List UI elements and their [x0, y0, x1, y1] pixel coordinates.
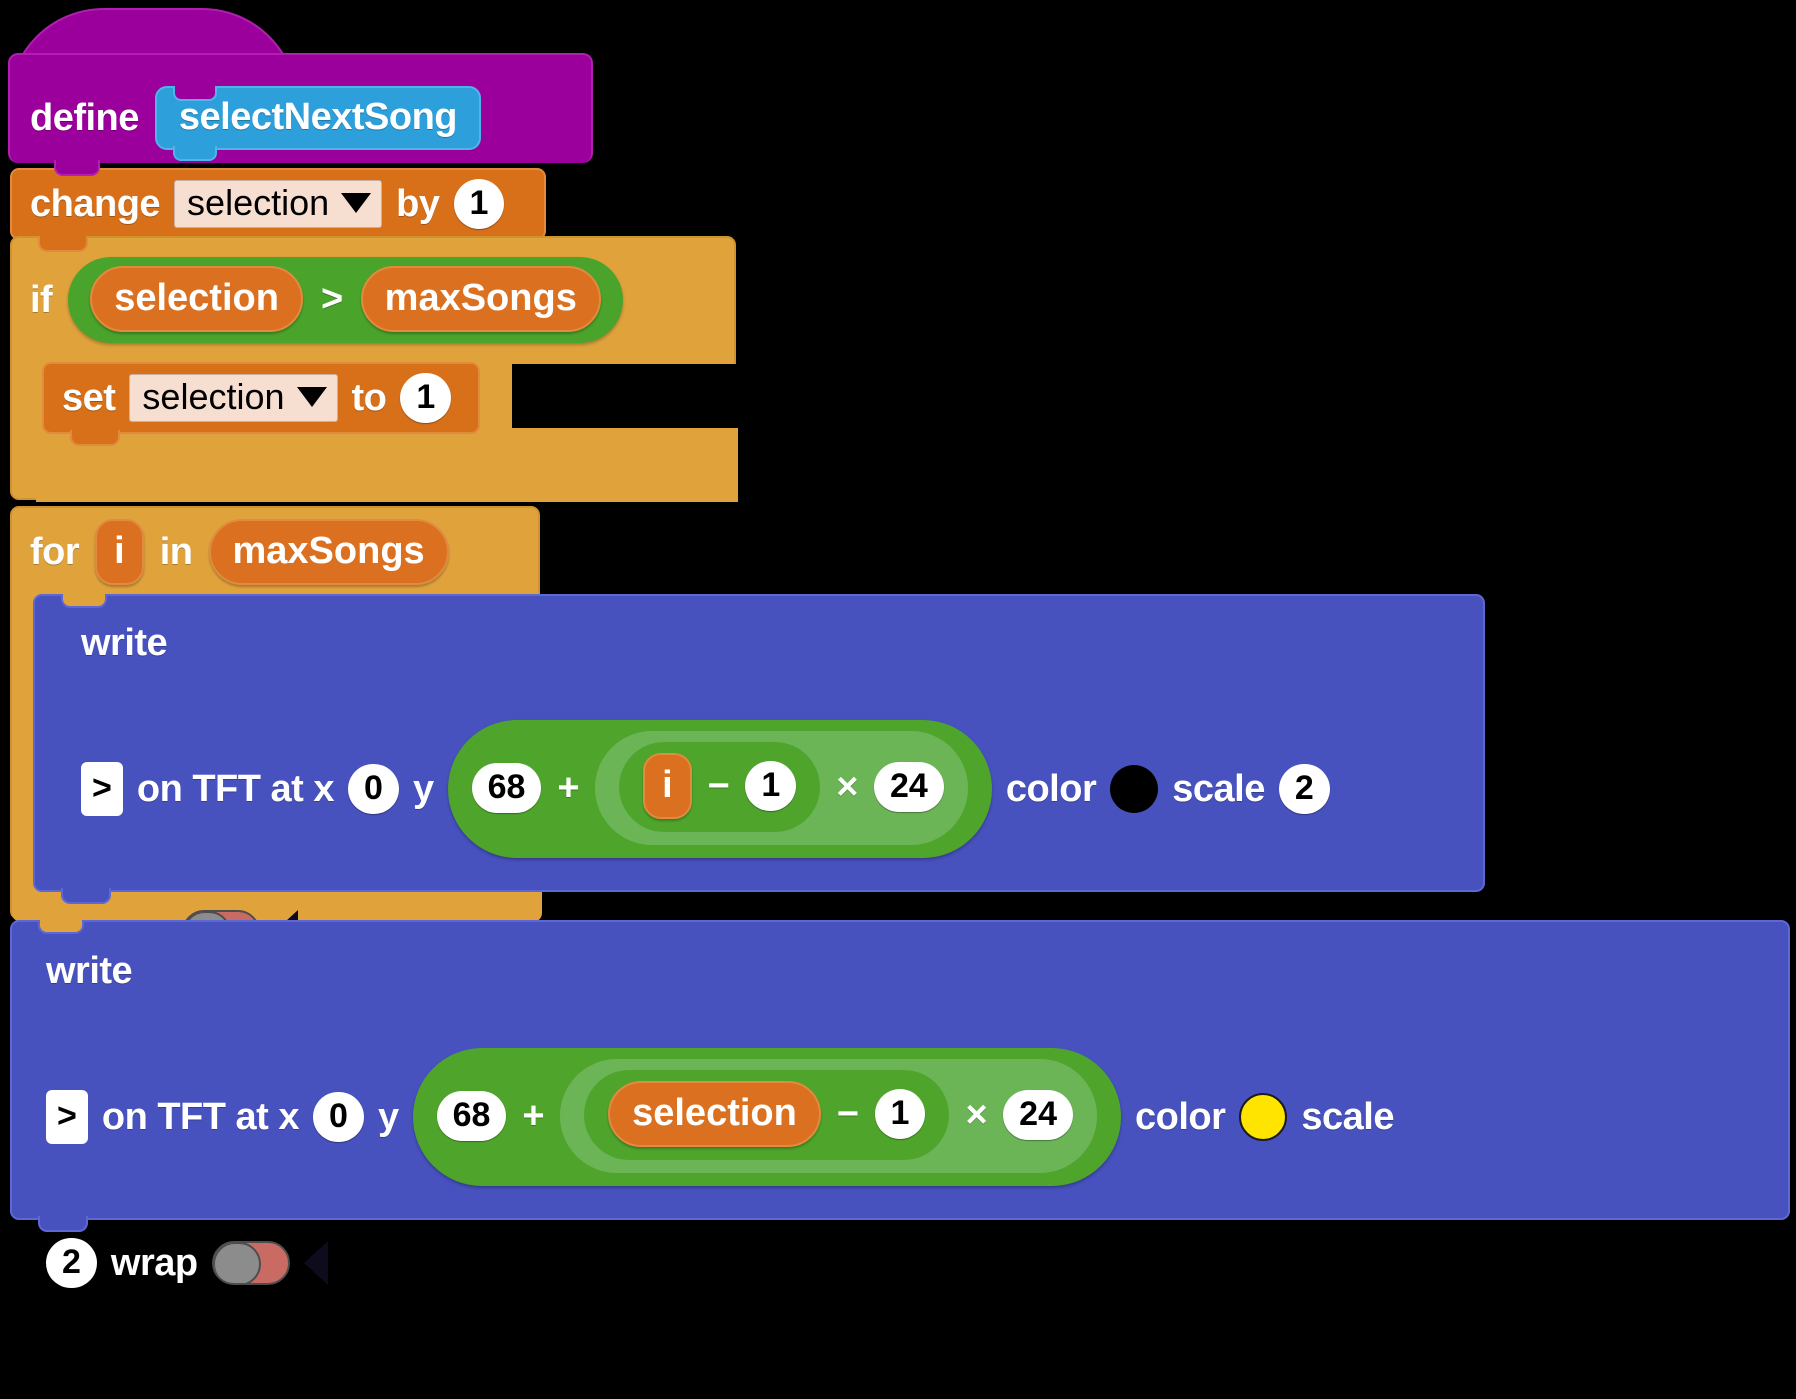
- write-block-final[interactable]: write > on TFT at x 0 y 68 + selection −…: [10, 920, 1790, 1288]
- change-by-label: by: [396, 183, 440, 225]
- y-product-reporter[interactable]: i − 1 × 24: [595, 731, 968, 845]
- left-arrow-icon[interactable]: [303, 1241, 328, 1285]
- write-x-input[interactable]: 0: [348, 764, 399, 814]
- write-final-keyword: write: [46, 950, 133, 992]
- plus-operator: +: [557, 767, 580, 809]
- write-final-top-notch: [38, 920, 84, 934]
- set-variable-block[interactable]: set selection to 1: [42, 362, 480, 446]
- y-difference-reporter[interactable]: i − 1: [619, 742, 821, 832]
- write-final-wrap-label: wrap: [110, 1242, 198, 1284]
- write-row-keyword: write: [81, 624, 1461, 662]
- set-to-label: to: [351, 377, 387, 419]
- set-variable-dropdown[interactable]: selection: [129, 374, 338, 422]
- toggle-knob: [213, 1243, 261, 1283]
- write-block-loop[interactable]: write > on TFT at x 0 y 68 + i − 1 × 24: [33, 594, 1485, 954]
- script-canvas: define selectNextSong change selection b…: [0, 0, 1796, 1399]
- final-y-sum-reporter[interactable]: 68 + selection − 1 × 24: [412, 1048, 1121, 1186]
- greater-than-operator: >: [320, 278, 343, 320]
- write-on-label: on TFT at x: [136, 768, 335, 810]
- greater-than-predicate[interactable]: selection > maxSongs: [68, 257, 623, 343]
- final-y-difference-reporter[interactable]: selection − 1: [584, 1070, 950, 1160]
- write-y-label: y: [412, 768, 434, 810]
- set-keyword: set: [62, 377, 116, 419]
- write-scale-label: scale: [1172, 768, 1265, 810]
- chevron-down-icon: [296, 387, 327, 407]
- if-right-variable[interactable]: maxSongs: [360, 266, 601, 332]
- write-final-wrap-toggle[interactable]: [211, 1241, 290, 1285]
- final-times-operator: ×: [965, 1094, 988, 1136]
- define-keyword: define: [30, 97, 139, 139]
- change-variable-dropdown[interactable]: selection: [174, 180, 383, 228]
- write-final-scale-input[interactable]: 2: [46, 1238, 97, 1288]
- hat-bottom-notch: [54, 160, 100, 176]
- write-final-row-wrap: 2 wrap: [46, 1238, 1766, 1288]
- for-loop-variable[interactable]: i: [95, 519, 144, 585]
- write-final-row-keyword: write: [46, 952, 1766, 990]
- final-y-term-right-input[interactable]: 1: [874, 1089, 926, 1139]
- write-final-color-swatch[interactable]: [1239, 1093, 1288, 1141]
- y-term-right-input[interactable]: 1: [745, 761, 797, 811]
- custom-block-prototype[interactable]: selectNextSong: [154, 86, 481, 161]
- if-header: if selection > maxSongs: [12, 238, 734, 362]
- write-scale-input[interactable]: 2: [1278, 764, 1330, 814]
- set-variable-name: selection: [142, 376, 285, 417]
- define-hat-block[interactable]: define selectNextSong: [8, 8, 593, 176]
- write-final-scale-label: scale: [1301, 1096, 1394, 1138]
- write-final-y-label: y: [377, 1096, 399, 1138]
- final-y-factor-input[interactable]: 24: [1003, 1090, 1073, 1140]
- write-row-args: > on TFT at x 0 y 68 + i − 1 × 24 color: [81, 720, 1461, 858]
- for-upper-bound[interactable]: maxSongs: [208, 519, 449, 585]
- write-final-text-input[interactable]: >: [46, 1090, 88, 1144]
- final-plus-operator: +: [522, 1095, 545, 1137]
- for-header: for i in maxSongs: [12, 508, 538, 596]
- write-final-on-label: on TFT at x: [101, 1096, 300, 1138]
- if-keyword: if: [30, 279, 53, 321]
- write-top-notch: [61, 594, 107, 608]
- y-factor-input[interactable]: 24: [874, 762, 944, 812]
- custom-block-name: selectNextSong: [178, 96, 458, 138]
- change-variable-name: selection: [187, 182, 330, 223]
- write-keyword: write: [81, 622, 168, 664]
- y-base-input[interactable]: 68: [471, 763, 542, 813]
- times-operator: ×: [836, 766, 858, 808]
- y-term-left-variable[interactable]: i: [643, 753, 692, 819]
- for-keyword: for: [30, 531, 80, 573]
- define-row: define selectNextSong: [30, 86, 481, 161]
- write-final-row-args: > on TFT at x 0 y 68 + selection − 1 × 2…: [46, 1048, 1766, 1186]
- write-text-input[interactable]: >: [81, 762, 123, 816]
- change-keyword: change: [30, 183, 161, 225]
- y-sum-reporter[interactable]: 68 + i − 1 × 24: [447, 720, 992, 858]
- final-y-term-left-variable[interactable]: selection: [608, 1081, 821, 1147]
- if-footer-bar: [36, 428, 738, 502]
- chevron-down-icon: [341, 193, 372, 213]
- set-value-input[interactable]: 1: [400, 373, 452, 423]
- write-final-x-input[interactable]: 0: [313, 1092, 364, 1142]
- if-left-variable[interactable]: selection: [90, 266, 303, 332]
- for-in-label: in: [159, 531, 193, 573]
- final-y-base-input[interactable]: 68: [436, 1091, 507, 1141]
- write-final-color-label: color: [1135, 1096, 1226, 1138]
- change-variable-block[interactable]: change selection by 1: [10, 168, 546, 252]
- final-minus-operator: −: [836, 1093, 859, 1135]
- minus-operator: −: [707, 765, 730, 807]
- change-amount-input[interactable]: 1: [453, 179, 505, 229]
- write-color-swatch[interactable]: [1110, 765, 1159, 813]
- write-color-label: color: [1005, 768, 1097, 810]
- final-y-product-reporter[interactable]: selection − 1 × 24: [560, 1059, 1097, 1173]
